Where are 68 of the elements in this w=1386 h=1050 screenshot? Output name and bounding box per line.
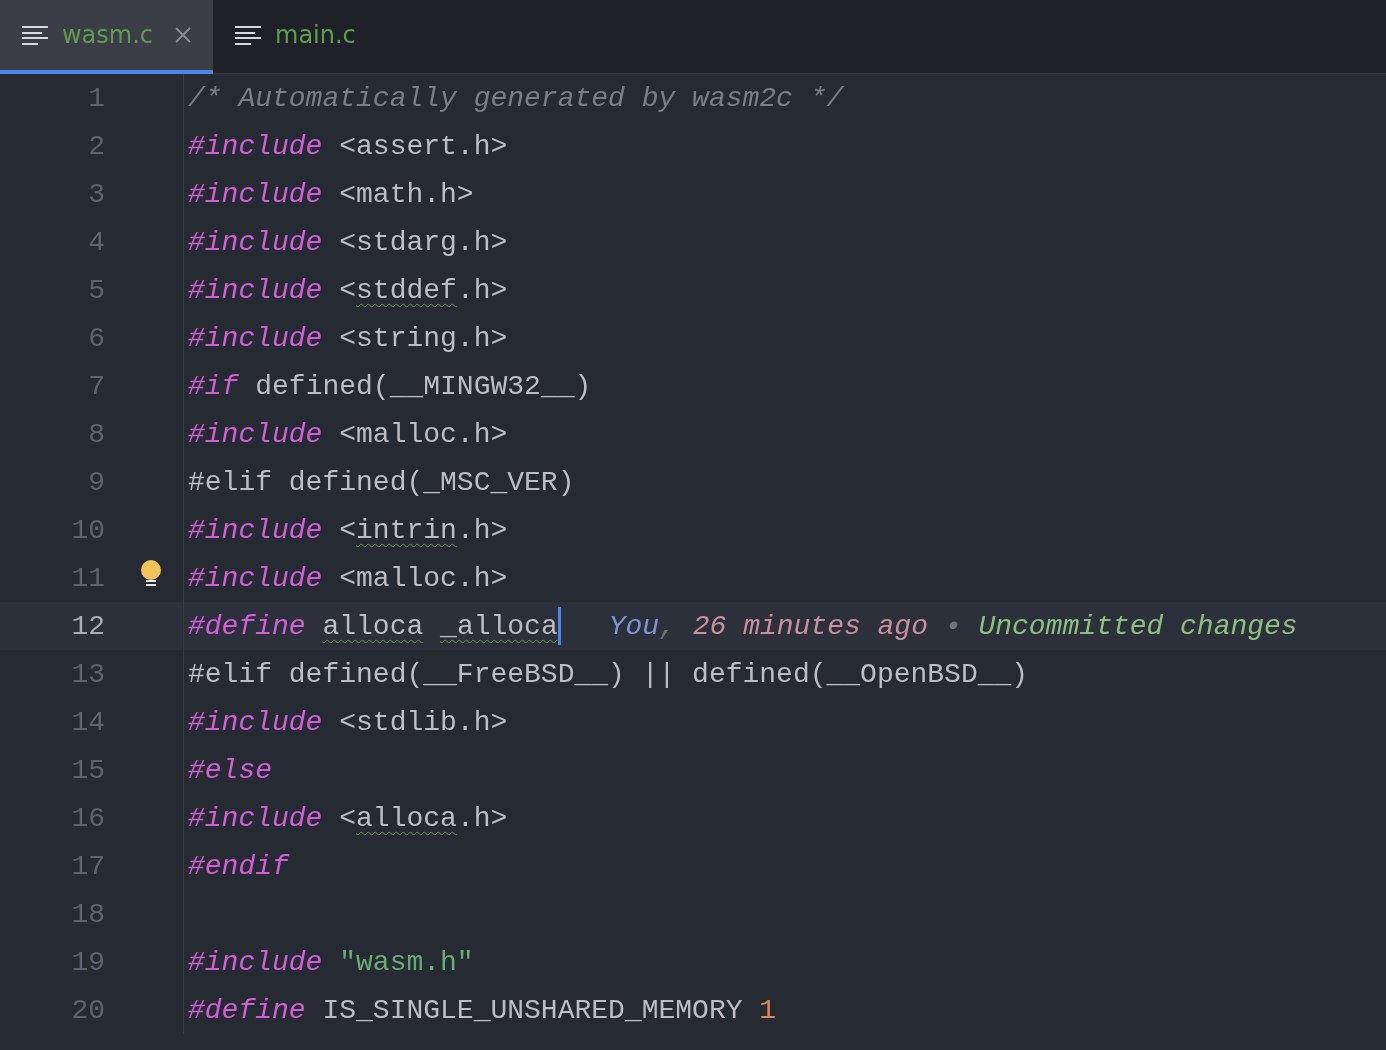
- line-number: 10: [70, 514, 105, 546]
- code-token: stddef: [356, 274, 457, 306]
- code-token: .h>: [456, 514, 508, 546]
- code-token: <: [339, 514, 357, 546]
- text-cursor: [557, 607, 561, 645]
- code-token: 1: [759, 994, 777, 1026]
- line-number: 1: [87, 82, 105, 114]
- line-number: 17: [70, 850, 105, 882]
- line-number: 5: [87, 274, 105, 306]
- code-token: #else: [188, 754, 272, 786]
- code-token: .h>: [456, 274, 508, 306]
- line-number: 2: [87, 130, 105, 162]
- code-token: <stdarg.h>: [339, 226, 508, 258]
- line-number: 4: [87, 226, 105, 258]
- code-token: #include: [188, 514, 323, 546]
- code-token: #include: [188, 322, 323, 354]
- code-token: defined(__MINGW32__): [255, 370, 592, 402]
- close-icon[interactable]: [175, 27, 191, 43]
- code-token: <math.h>: [339, 178, 474, 210]
- line-number: 19: [70, 946, 105, 978]
- line-number: 9: [87, 466, 105, 498]
- line-number: 16: [70, 802, 105, 834]
- code-token: <string.h>: [339, 322, 508, 354]
- file-lines-icon: [235, 25, 261, 45]
- line-number: 15: [70, 754, 105, 786]
- code-token: <malloc.h>: [339, 418, 508, 450]
- line-number: 20: [70, 994, 105, 1026]
- code-token: alloca: [322, 610, 424, 642]
- line-number: 8: [87, 418, 105, 450]
- line-number: 11: [70, 562, 105, 594]
- code-token: #include: [188, 226, 323, 258]
- code-token: IS_SINGLE_UNSHARED_MEMORY: [322, 994, 744, 1026]
- code-token: <: [339, 802, 357, 834]
- editor-tab[interactable]: wasm.c: [0, 0, 213, 74]
- code-token: #elif defined(__FreeBSD__) || defined(__OpenBSD__): [188, 658, 1029, 690]
- code-token: <stdlib.h>: [339, 706, 508, 738]
- code-token: #if: [188, 370, 239, 402]
- code-token: #include: [188, 178, 323, 210]
- code-token: #include: [188, 418, 323, 450]
- code-token: _alloca: [440, 610, 558, 642]
- code-token: #include: [188, 706, 323, 738]
- editor-tab[interactable]: main.c: [213, 0, 378, 74]
- line-number: 7: [87, 370, 105, 402]
- code-token: #define: [188, 994, 306, 1026]
- code-token: intrin: [356, 514, 457, 546]
- line-number: 14: [70, 706, 105, 738]
- blame-annotation: You, 26 minutes ago • Uncommitted changes: [608, 610, 1298, 642]
- code-token: #include: [188, 802, 323, 834]
- line-number: 13: [70, 658, 105, 690]
- code-token: <assert.h>: [339, 130, 508, 162]
- code-token: #include: [188, 274, 323, 306]
- code-token: /* Automatically generated by wasm2c */: [188, 82, 844, 114]
- line-number: 12: [70, 610, 105, 642]
- code-token: alloca: [356, 802, 457, 834]
- code-token: #include: [188, 562, 323, 594]
- code-token: #define: [188, 610, 306, 642]
- file-lines-icon: [22, 25, 48, 45]
- line-number: 6: [87, 322, 105, 354]
- code-token: .h>: [456, 802, 508, 834]
- code-token: <malloc.h>: [339, 562, 508, 594]
- line-number: 3: [87, 178, 105, 210]
- code-token: #endif: [188, 850, 289, 882]
- code-token: #include: [188, 946, 323, 978]
- code-token: #include: [188, 130, 323, 162]
- code-token: #elif defined(_MSC_VER): [188, 466, 575, 498]
- code-token: <: [339, 274, 357, 306]
- line-number: 18: [70, 898, 105, 930]
- code-token: "wasm.h": [339, 946, 474, 978]
